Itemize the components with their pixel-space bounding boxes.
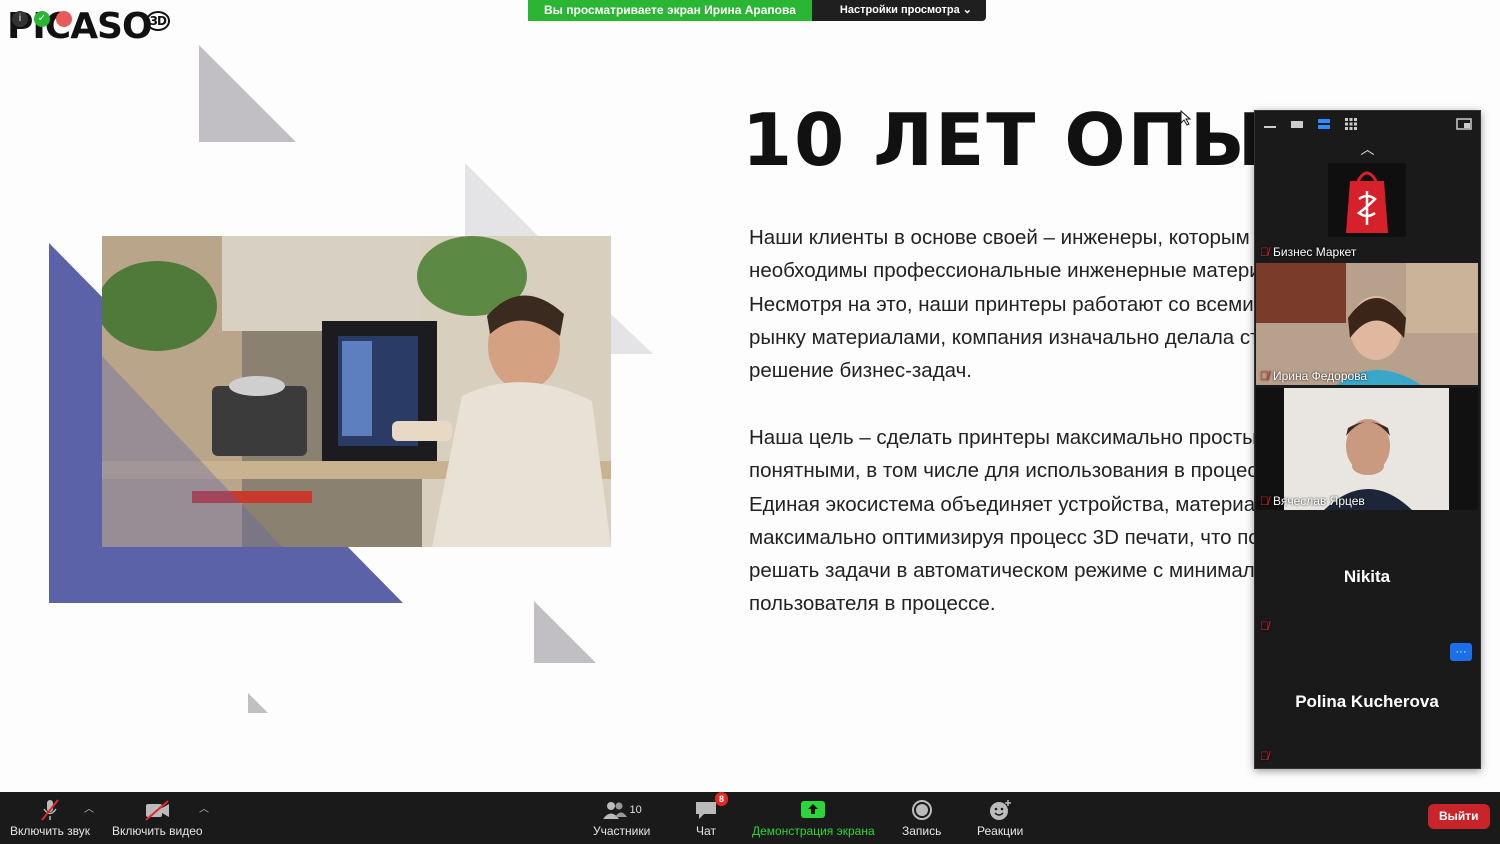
share-banner-message: Вы просматриваете экран Ирина Арапова: [528, 0, 812, 21]
logo-badge: 3D: [145, 11, 170, 31]
meeting-status-icons: i ✓: [12, 11, 72, 27]
minimize-icon[interactable]: [1263, 117, 1277, 131]
participant-tile[interactable]: ··· Polina Kucherova 🎙̸: [1256, 639, 1478, 765]
text-line: Единая экосистема объединяет устройства,…: [749, 492, 1282, 516]
leave-meeting-button[interactable]: Выйти: [1428, 804, 1490, 829]
deco-triangle: [248, 693, 268, 713]
mic-muted-icon: 🎙̸: [1260, 749, 1269, 763]
slide-paragraph-1: Наши клиенты в основе своей – инженеры, …: [749, 221, 1291, 387]
reactions-icon: [990, 800, 1012, 820]
text-line: понятными, в том числе для использования…: [749, 459, 1280, 483]
chat-label: Чат: [696, 824, 716, 838]
participant-name: 🎙̸ Бизнес Маркет: [1260, 245, 1356, 259]
share-screen-icon: [801, 801, 826, 818]
view-options-label: Настройки просмотра: [839, 4, 960, 16]
participant-name-large: Polina Kucherova: [1295, 692, 1439, 711]
shield-icon[interactable]: ✓: [34, 11, 50, 27]
text-line: решение бизнес-задач.: [749, 359, 972, 383]
scroll-up-button[interactable]: ︿: [1255, 137, 1480, 161]
share-banner: Вы просматриваете экран Ирина Арапова На…: [528, 0, 986, 21]
mic-muted-icon: 🎙̸: [1260, 245, 1269, 259]
video-options-chevron-icon[interactable]: ︿: [199, 800, 209, 815]
chevron-up-icon: ︿: [1360, 141, 1375, 157]
unmute-button[interactable]: Включить звук: [10, 796, 90, 838]
chat-unread-badge: 8: [714, 792, 728, 806]
text-line: Несмотря на это, наши принтеры работают …: [749, 292, 1292, 316]
start-video-button[interactable]: Включить видео: [112, 796, 203, 838]
info-icon[interactable]: i: [12, 11, 28, 27]
mic-muted-icon: 🎙̸: [1260, 494, 1269, 508]
participants-label: Участники: [593, 824, 651, 838]
participant-name-large: Nikita: [1343, 567, 1391, 586]
video-gallery-panel: ︿ 🎙̸ Бизнес Маркет 🎙̸ Ирина Федорова 🎙̸ …: [1254, 110, 1481, 769]
share-screen-label: Демонстрация экрана: [752, 824, 875, 838]
gallery-view-icon[interactable]: [1344, 117, 1358, 131]
more-options-button[interactable]: ···: [1450, 643, 1472, 661]
text-line: Наши клиенты в основе своей – инженеры, …: [749, 226, 1280, 249]
strip-view-icon[interactable]: [1317, 117, 1331, 131]
participant-tile[interactable]: 🎙̸ Бизнес Маркет: [1256, 163, 1478, 261]
deco-triangle: [199, 45, 296, 142]
mic-muted-icon: 🎙̸: [1260, 619, 1269, 633]
mouse-cursor-icon: [1180, 110, 1192, 126]
audio-options-chevron-icon[interactable]: ︿: [84, 800, 94, 815]
participant-name: 🎙̸: [1260, 749, 1269, 763]
deco-triangle: [534, 601, 596, 663]
text-line: Наша цель – сделать принтеры максимально…: [749, 426, 1283, 449]
record-button[interactable]: Запись: [902, 796, 941, 838]
participant-name: 🎙̸ Ирина Федорова: [1260, 369, 1367, 383]
avatar: [1328, 163, 1406, 237]
participant-name: 🎙̸: [1260, 619, 1269, 633]
mic-muted-icon: [41, 799, 59, 821]
participants-count: 10: [629, 804, 642, 816]
chat-button[interactable]: 8 Чат: [694, 792, 728, 838]
participant-video: [1256, 263, 1478, 385]
participant-name: 🎙̸ Вячеслав Ярцев: [1260, 494, 1365, 508]
text-line: решать задачи в автоматическом режиме с …: [749, 559, 1277, 583]
participant-tile[interactable]: Nikita 🎙̸: [1256, 513, 1478, 635]
text-line: рынку материалами, компания изначально д…: [749, 325, 1282, 349]
start-video-label: Включить видео: [112, 824, 203, 838]
chevron-down-icon: ⌄: [962, 4, 972, 16]
text-line: необходимы профессиональные инженерные м…: [749, 259, 1273, 283]
mic-muted-icon: 🎙̸: [1260, 369, 1269, 383]
shared-screen: Вы просматриваете экран Ирина Арапова На…: [0, 0, 1500, 792]
slide-photo-3d-printer-engineer: [102, 236, 611, 547]
record-indicator-icon: [56, 11, 72, 27]
video-off-icon: [145, 800, 170, 821]
participant-name-text: Бизнес Маркет: [1273, 245, 1357, 259]
slide-paragraph-2: Наша цель – сделать принтеры максимально…: [749, 421, 1282, 621]
text-line: пользователя в процессе.: [749, 592, 996, 616]
participant-tile[interactable]: 🎙̸ Вячеслав Ярцев: [1256, 388, 1478, 510]
meeting-toolbar: Включить звук ︿ Включить видео ︿ 10 Учас…: [0, 792, 1500, 844]
participants-button[interactable]: 10 Участники: [593, 796, 650, 838]
text-line: максимально оптимизируя процесс 3D печат…: [749, 525, 1280, 549]
participant-name-text: Ирина Федорова: [1273, 369, 1368, 383]
participants-icon: [602, 802, 627, 819]
slide-heading: 10 ЛЕТ ОПЫТ: [742, 98, 1318, 182]
participant-video: [1284, 388, 1449, 510]
participant-tile[interactable]: 🎙̸ Ирина Федорова: [1256, 263, 1478, 385]
speaker-view-icon[interactable]: [1290, 117, 1304, 131]
exit-fullscreen-icon[interactable]: [1456, 117, 1472, 131]
reactions-label: Реакции: [977, 824, 1024, 838]
deco-triangle: [611, 314, 653, 354]
view-options-button[interactable]: Настройки просмотра ⌄: [811, 0, 986, 21]
gallery-topbar: [1255, 111, 1480, 137]
participant-name-text: Вячеслав Ярцев: [1273, 494, 1365, 508]
record-label: Запись: [902, 824, 942, 838]
chat-icon: [696, 802, 716, 819]
deco-triangle: [465, 163, 540, 238]
share-screen-button[interactable]: Демонстрация экрана: [752, 796, 875, 838]
reactions-button[interactable]: Реакции: [977, 796, 1023, 838]
unmute-label: Включить звук: [10, 824, 91, 838]
record-icon: [911, 800, 932, 820]
